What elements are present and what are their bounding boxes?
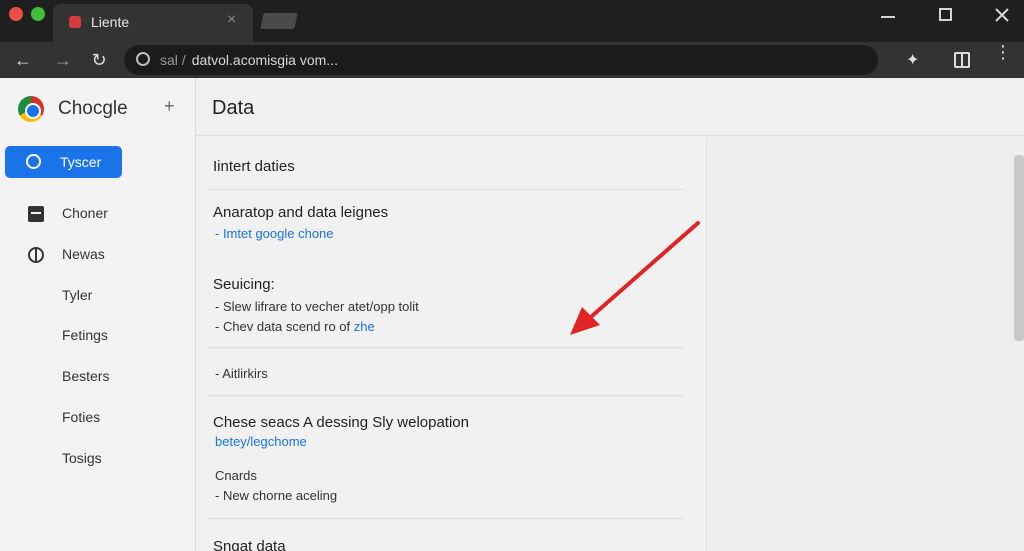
sidebar-item-fetings[interactable]: Fetings xyxy=(0,322,195,350)
section-title: Seuicing: xyxy=(213,276,275,293)
sidebar-item-label: Besters xyxy=(62,368,110,384)
puzzle-icon[interactable]: ✦ xyxy=(906,50,919,70)
tab-title: Liente xyxy=(91,14,130,30)
sidebar-item-foties[interactable]: Foties xyxy=(0,404,195,432)
new-tab-button[interactable] xyxy=(260,13,298,29)
address-text[interactable]: sal / datvol.acomisgia vom... xyxy=(160,52,338,68)
maximize-icon xyxy=(939,8,952,21)
sidebar-item-tyler[interactable]: Tyler xyxy=(0,282,195,310)
browser-tab[interactable]: Liente × xyxy=(53,4,253,42)
brand-name: Chocgle xyxy=(58,98,128,119)
section-divider xyxy=(208,518,684,519)
site-info-icon[interactable] xyxy=(136,52,150,66)
side-panel-icon[interactable] xyxy=(954,52,970,68)
sidebar-item-label: Fetings xyxy=(62,327,108,343)
address-bar[interactable]: sal / datvol.acomisgia vom... xyxy=(124,45,878,75)
annotation-arrow-icon xyxy=(570,221,700,335)
settings-link[interactable]: - Imtet google chone xyxy=(215,226,334,241)
close-window-dot[interactable] xyxy=(9,7,23,21)
setting-line-text: - Chev data scend ro of xyxy=(215,319,354,334)
minimize-button[interactable] xyxy=(874,4,902,26)
sidebar-item-label: Newas xyxy=(62,246,105,262)
address-prefix: sal / xyxy=(160,52,186,68)
section-title: Iintert daties xyxy=(213,158,295,175)
maximize-window-dot[interactable] xyxy=(31,7,45,21)
setting-line: - Chev data scend ro of zhe xyxy=(215,319,375,334)
setting-subtitle: Cnards xyxy=(215,468,257,483)
sidebar-item-choner[interactable]: Choner xyxy=(0,200,195,228)
page-header: Data xyxy=(196,78,1024,136)
tab-favicon-icon xyxy=(69,16,81,28)
calendar-icon xyxy=(28,206,44,222)
sidebar-item-active[interactable]: Tyscer xyxy=(5,146,122,178)
browser-toolbar: ← → ↻ sal / datvol.acomisgia vom... ✦ ⋮ xyxy=(0,42,1024,78)
title-bar: Liente × xyxy=(0,0,1024,42)
add-button[interactable]: + xyxy=(164,96,175,117)
section-divider xyxy=(208,347,684,348)
section-title: Chese seacs A dessing Sly welopation xyxy=(213,414,469,431)
section-divider xyxy=(208,189,684,190)
maximize-button[interactable] xyxy=(932,4,960,26)
globe-icon xyxy=(28,247,44,263)
page-title: Data xyxy=(212,97,255,119)
section-title: Anaratop and data leignes xyxy=(213,204,389,221)
menu-icon[interactable]: ⋮ xyxy=(994,43,1012,61)
sidebar-item-tosigs[interactable]: Tosigs xyxy=(0,445,195,473)
section-divider xyxy=(208,395,684,396)
setting-line[interactable]: - Aitlirkirs xyxy=(215,366,268,381)
minimize-icon xyxy=(881,16,895,18)
settings-link[interactable]: betey/legchome xyxy=(215,434,307,449)
reload-button[interactable]: ↻ xyxy=(86,47,112,73)
sidebar-item-label: Tyscer xyxy=(60,154,102,170)
sidebar-item-label: Choner xyxy=(62,205,108,221)
sidebar-item-label: Foties xyxy=(62,409,101,425)
settings-link[interactable]: zhe xyxy=(354,319,375,334)
back-button[interactable]: ← xyxy=(10,47,36,73)
scrollbar[interactable] xyxy=(1014,155,1024,341)
sidebar-item-label: Tyler xyxy=(62,287,93,303)
sidebar-item-label: Tosigs xyxy=(62,450,102,466)
sidebar: Chocgle + Tyscer Choner Newas Tyler Feti… xyxy=(0,78,195,551)
section-title: Sngat data xyxy=(213,538,286,551)
sidebar-item-besters[interactable]: Besters xyxy=(0,363,195,391)
close-icon xyxy=(995,8,1009,22)
gear-icon xyxy=(26,154,41,169)
setting-line: - Slew lifrare to vecher atet/opp tolit xyxy=(215,299,419,314)
sidebar-item-newas[interactable]: Newas xyxy=(0,241,195,269)
chrome-logo-icon xyxy=(18,96,44,122)
address-url: datvol.acomisgia vom... xyxy=(191,52,338,68)
tab-close-icon[interactable]: × xyxy=(227,11,236,29)
close-button[interactable] xyxy=(988,4,1016,26)
right-panel xyxy=(706,137,1024,551)
forward-button[interactable]: → xyxy=(50,47,76,73)
setting-line[interactable]: - New chorne aceling xyxy=(215,488,337,503)
